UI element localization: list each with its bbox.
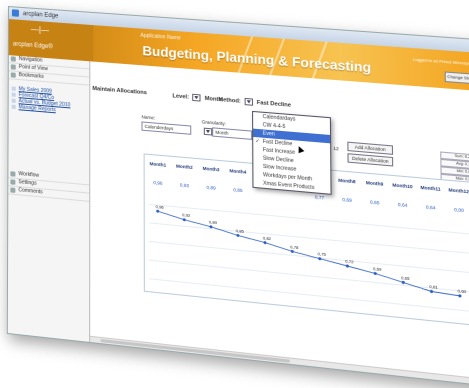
allocation-point xyxy=(290,249,294,254)
allocation-point xyxy=(236,233,240,238)
month-header: Month10 xyxy=(392,182,413,190)
allocation-point xyxy=(458,294,462,298)
allocation-point xyxy=(263,241,267,245)
report-icon xyxy=(11,92,16,97)
window-title: arcplan Edge xyxy=(22,11,59,20)
month-header: Month2 xyxy=(176,163,193,171)
settings-icon xyxy=(10,179,16,185)
name-field[interactable]: Calenderdays xyxy=(141,121,192,135)
granularity-label: Granularity: xyxy=(201,119,227,127)
sidebar-item-label: Point of View xyxy=(18,63,48,73)
user-info: Logged in as Prince Microsystems xyxy=(412,56,469,67)
method-value: Fast Decline xyxy=(256,99,292,109)
grid-line xyxy=(149,241,469,272)
allocation-point xyxy=(156,209,160,213)
grid-line xyxy=(149,223,469,253)
level-label: Level: xyxy=(172,93,189,101)
sidebar-item-label: Workflow xyxy=(18,170,40,179)
name-label: Name: xyxy=(141,114,156,121)
level-control: Level: Month xyxy=(172,92,222,103)
month-header: Month3 xyxy=(202,165,220,173)
point-label: 0,96 xyxy=(156,204,165,210)
month-value[interactable]: 0,64 xyxy=(389,197,417,214)
granularity-dropdown[interactable] xyxy=(203,127,213,136)
grid-line xyxy=(149,260,469,292)
point-label: 0,89 xyxy=(209,219,218,225)
sidebar-item-label: Bookmarks xyxy=(18,71,44,80)
grid-line xyxy=(149,279,469,311)
point-label: 0,69 xyxy=(373,266,382,272)
comments-icon xyxy=(10,187,16,193)
point-label: 0,75 xyxy=(318,251,327,257)
sidebar: Navigation Point of View Bookmarks My Sa… xyxy=(7,55,91,342)
method-dropdown-menu: Calendardays CW 4-4-5 Even ✓ Fast Decline Fas… xyxy=(252,110,332,195)
month-value[interactable]: 0,96 xyxy=(145,175,171,192)
allocation-point xyxy=(318,257,322,261)
month-header: Month9 xyxy=(365,179,384,187)
allocation-point xyxy=(401,280,405,285)
allocation-point xyxy=(373,271,377,276)
method-label: Method: xyxy=(218,96,241,105)
month-value[interactable]: 0,65 xyxy=(361,194,389,211)
point-label: 0,85 xyxy=(236,228,245,234)
app-subtitle: Application Name xyxy=(140,32,181,42)
month-value[interactable]: 0,00 xyxy=(445,202,469,220)
main-panel: Maintain Allocations Level: Month Method… xyxy=(90,61,469,387)
period-value: 12 xyxy=(333,145,339,152)
month-header: Month1 xyxy=(149,161,167,168)
method-control: Method: Fast Decline xyxy=(218,96,291,109)
point-label: 0,60 xyxy=(458,288,468,294)
point-label: 0,72 xyxy=(345,258,354,264)
scrollbar-thumb[interactable] xyxy=(100,338,290,363)
allocation-point xyxy=(429,289,434,294)
method-dropdown[interactable] xyxy=(244,97,253,106)
allocation-curve-chart: 0,96 0,92 0,89 0,85 0,82 0,78 0,75 0,72 0,69 0,65… xyxy=(145,196,469,323)
month-header: Month8 xyxy=(338,177,356,185)
change-structure-button[interactable]: Change Structure xyxy=(444,71,469,86)
month-value[interactable]: 0,93 xyxy=(171,177,198,194)
delete-allocation-button[interactable]: Delete Allocation xyxy=(347,153,394,167)
sidebar-item-label: Settings xyxy=(18,179,37,187)
allocation-point xyxy=(209,225,213,229)
report-icon xyxy=(11,98,16,103)
logo-icon: —|— xyxy=(30,24,50,36)
level-dropdown[interactable] xyxy=(192,93,201,102)
sidebar-item-label: Navigation xyxy=(18,55,43,64)
sidebar-item-label: Comments xyxy=(18,187,43,196)
month-value[interactable]: 0,89 xyxy=(198,180,225,197)
workflow-icon xyxy=(10,171,16,177)
bookmark-icon xyxy=(10,72,16,78)
granularity-field[interactable]: Month xyxy=(212,127,253,140)
allocation-point xyxy=(182,218,186,222)
point-label: 0,92 xyxy=(182,212,191,218)
app-window: arcplan Edge —|— arcplan Edge® Applicati… xyxy=(6,6,469,388)
month-value[interactable]: 0,85 xyxy=(224,182,251,199)
method-option-label: Even xyxy=(262,130,275,138)
horizontal-scrollbar[interactable] xyxy=(90,335,469,387)
point-label: 0,78 xyxy=(290,244,299,250)
allocation-point xyxy=(345,264,349,268)
month-value[interactable]: 0,69 xyxy=(333,192,361,209)
point-label: 0,65 xyxy=(401,275,410,281)
point-label: 0,82 xyxy=(263,235,272,241)
logo-text: arcplan Edge® xyxy=(12,41,53,51)
app-icon xyxy=(11,9,19,17)
report-icon xyxy=(11,86,16,91)
point-label: 0,61 xyxy=(429,284,439,290)
month-header: Month11 xyxy=(420,184,441,192)
report-icon xyxy=(11,104,16,110)
point-of-view-icon xyxy=(10,64,16,70)
allocation-line xyxy=(158,211,460,296)
section-title: Maintain Allocations xyxy=(92,85,147,97)
month-value[interactable]: 0,64 xyxy=(417,199,445,216)
month-header: Month4 xyxy=(229,168,247,175)
navigation-icon xyxy=(10,56,16,62)
toolbar: Maintain Allocations xyxy=(92,86,147,96)
month-header: Month12 xyxy=(448,187,469,195)
